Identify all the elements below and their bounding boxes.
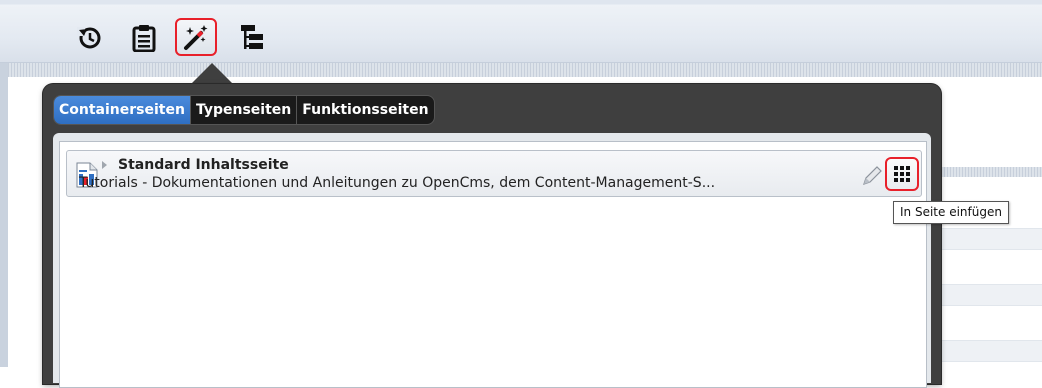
page-stripe bbox=[932, 284, 1042, 306]
page-hatch-bar bbox=[8, 63, 1042, 77]
history-button[interactable] bbox=[70, 20, 110, 56]
magic-wand-button[interactable] bbox=[175, 18, 217, 56]
grid-icon bbox=[894, 166, 910, 182]
gallery-tabs: Containerseiten Typenseiten Funktionssei… bbox=[53, 95, 435, 125]
clipboard-icon bbox=[132, 25, 156, 52]
list-item[interactable]: Standard Inhaltsseite Tutorials - Dokume… bbox=[66, 150, 922, 197]
sitemap-icon bbox=[241, 25, 263, 49]
dialog-pointer bbox=[190, 63, 234, 85]
page-hatch-right bbox=[932, 167, 1042, 177]
page-stripe bbox=[932, 228, 1042, 250]
tab-containerseiten[interactable]: Containerseiten bbox=[54, 96, 191, 124]
clipboard-button[interactable] bbox=[124, 20, 164, 56]
gallery-content: Standard Inhaltsseite Tutorials - Dokume… bbox=[53, 133, 931, 388]
item-description: Tutorials - Dokumentationen und Anleitun… bbox=[79, 175, 716, 191]
tab-funktionsseiten[interactable]: Funktionsseiten bbox=[297, 96, 433, 124]
insert-into-page-button[interactable] bbox=[885, 157, 919, 191]
item-title: Standard Inhaltsseite bbox=[102, 157, 289, 173]
toolbar bbox=[0, 0, 1042, 63]
page-left-border bbox=[0, 63, 8, 367]
pencil-icon[interactable] bbox=[861, 165, 883, 187]
result-list: Standard Inhaltsseite Tutorials - Dokume… bbox=[59, 141, 927, 388]
page-stripe bbox=[932, 340, 1042, 362]
tooltip: In Seite einfügen bbox=[893, 201, 1009, 224]
history-icon bbox=[77, 27, 101, 49]
sitemap-button[interactable] bbox=[232, 20, 272, 56]
magic-wand-icon bbox=[184, 25, 208, 50]
gallery-dialog: Containerseiten Typenseiten Funktionssei… bbox=[43, 84, 941, 388]
tab-typenseiten[interactable]: Typenseiten bbox=[191, 96, 298, 124]
